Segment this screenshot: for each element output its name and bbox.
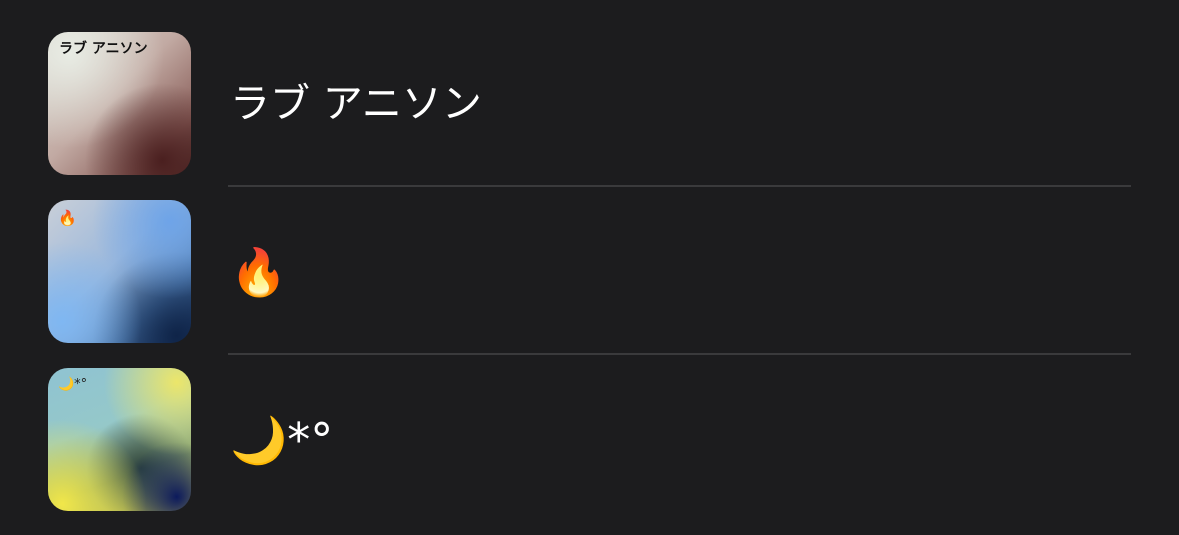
row-separator — [228, 185, 1131, 187]
playlist-title: 🔥 — [230, 245, 288, 299]
playlist-artwork[interactable]: 🔥 — [48, 200, 191, 343]
playlist-title: 🌙*° — [230, 413, 334, 467]
playlist-list: ラブ アニソン ラブ アニソン 🔥 🔥 🌙*° 🌙*° — [0, 0, 1179, 535]
row-separator — [228, 353, 1131, 355]
playlist-row-love-anison[interactable]: ラブ アニソン ラブ アニソン — [0, 20, 1179, 188]
playlist-title: ラブ アニソン — [230, 81, 482, 127]
playlist-artwork[interactable]: ラブ アニソン — [48, 32, 191, 175]
artwork-label: 🔥 — [58, 209, 77, 227]
artwork-label: ラブ アニソン — [59, 41, 148, 57]
artwork-label: 🌙*° — [58, 377, 88, 392]
playlist-artwork[interactable]: 🌙*° — [48, 368, 191, 511]
playlist-row-fire[interactable]: 🔥 🔥 — [0, 188, 1179, 356]
playlist-row-moon[interactable]: 🌙*° 🌙*° — [0, 356, 1179, 524]
